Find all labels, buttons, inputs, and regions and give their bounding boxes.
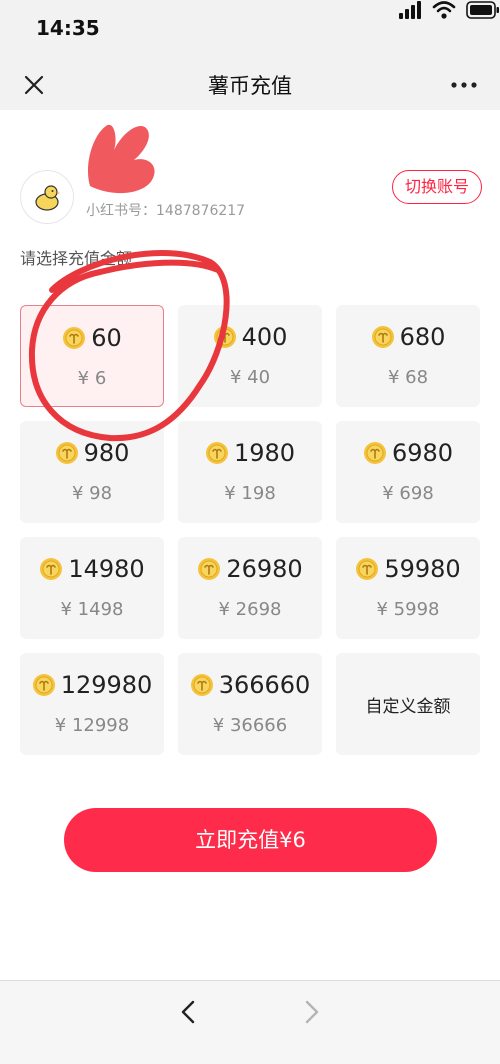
coin-icon (55, 441, 79, 465)
coin-icon (62, 326, 86, 350)
price: ¥ 1498 (60, 599, 124, 620)
back-arrow-icon[interactable] (176, 999, 200, 1025)
signal-icon (399, 1, 421, 19)
amount-option[interactable]: 6980 ¥ 698 (336, 421, 480, 523)
amount-option[interactable]: 980 ¥ 98 (20, 421, 164, 523)
status-bar: 14:35 (0, 0, 500, 60)
bottom-bar (0, 980, 500, 1064)
price: ¥ 40 (229, 367, 271, 388)
amount-option[interactable]: 400 ¥ 40 (178, 305, 322, 407)
coin-icon (190, 673, 214, 697)
coin-amount: 400 (241, 323, 288, 351)
coin-icon (39, 557, 63, 581)
coin-amount: 6980 (391, 439, 454, 467)
amount-option[interactable]: 60 ¥ 6 (20, 305, 164, 407)
switch-account-button[interactable]: 切换账号 (391, 170, 482, 204)
custom-amount-option[interactable]: 自定义金额 (336, 653, 480, 755)
coin-icon (371, 325, 395, 349)
amount-option[interactable]: 366660 ¥ 36666 (178, 653, 322, 755)
price: ¥ 2698 (218, 599, 282, 620)
coin-amount: 59980 (384, 555, 461, 583)
username-redaction (87, 124, 155, 194)
status-time: 14:35 (36, 16, 100, 40)
price: ¥ 6 (77, 368, 107, 389)
coin-icon (213, 325, 237, 349)
price: ¥ 98 (71, 483, 113, 504)
amount-option[interactable]: 129980 ¥ 12998 (20, 653, 164, 755)
amount-option[interactable]: 14980 ¥ 1498 (20, 537, 164, 639)
coin-amount: 1980 (233, 439, 296, 467)
wifi-icon (432, 1, 456, 19)
coin-amount: 366660 (218, 671, 311, 699)
forward-arrow-icon[interactable] (300, 999, 324, 1025)
user-id: 小红书号：1487876217 (86, 200, 245, 220)
user-id-label: 小红书号： (86, 203, 156, 219)
nav-bar: 薯币充值 (0, 60, 500, 110)
price: ¥ 198 (224, 483, 276, 504)
amount-option[interactable]: 1980 ¥ 198 (178, 421, 322, 523)
battery-icon (466, 1, 499, 19)
coin-amount: 980 (83, 439, 130, 467)
coin-icon (32, 673, 56, 697)
user-id-value: 1487876217 (156, 203, 246, 219)
recharge-button[interactable]: 立即充值¥6 (64, 808, 437, 872)
price: ¥ 36666 (212, 715, 288, 736)
price: ¥ 5998 (376, 599, 440, 620)
custom-amount-label: 自定义金额 (365, 697, 451, 717)
more-icon[interactable] (450, 73, 478, 97)
price: ¥ 12998 (54, 715, 130, 736)
amount-option[interactable]: 59980 ¥ 5998 (336, 537, 480, 639)
avatar (20, 170, 74, 224)
page-title: 薯币充值 (208, 74, 292, 98)
amount-option[interactable]: 26980 ¥ 2698 (178, 537, 322, 639)
coin-icon (363, 441, 387, 465)
section-label: 请选择充值金额 (20, 249, 133, 268)
coin-amount: 129980 (60, 671, 153, 699)
coin-amount: 26980 (226, 555, 303, 583)
coin-amount: 60 (91, 324, 122, 352)
amount-option[interactable]: 680 ¥ 68 (336, 305, 480, 407)
coin-icon (205, 441, 229, 465)
price: ¥ 698 (382, 483, 434, 504)
account-row: 小红书号：1487876217 切换账号 (0, 110, 500, 240)
price: ¥ 68 (387, 367, 429, 388)
coin-amount: 14980 (68, 555, 145, 583)
coin-icon (355, 557, 379, 581)
coin-icon (197, 557, 221, 581)
coin-amount: 680 (399, 323, 446, 351)
